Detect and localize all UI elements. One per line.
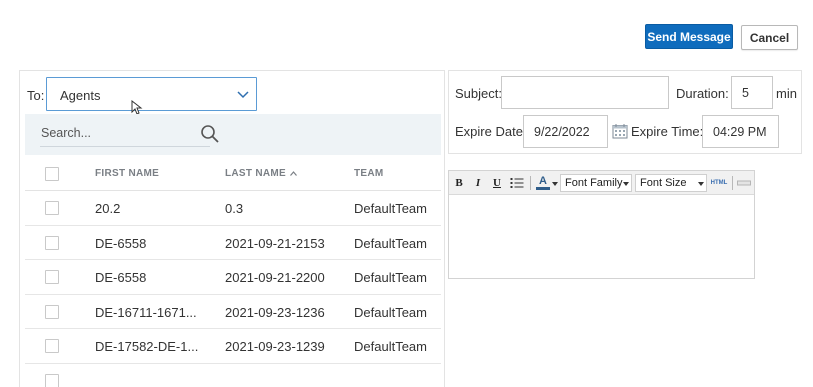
row-checkbox[interactable] — [45, 373, 59, 387]
first-name-cell: DE-16711-1671... — [95, 304, 197, 320]
team-cell: DefaultTeam — [354, 304, 427, 320]
last-name-cell: 2021-09-23-1239 — [225, 339, 325, 354]
row-checkbox[interactable] — [45, 270, 59, 284]
duration-unit: min — [776, 86, 797, 101]
duration-input[interactable]: 5 — [731, 76, 773, 109]
table-header: FIRST NAME LAST NAME TEAM — [25, 157, 441, 191]
horizontal-rule-icon[interactable] — [737, 179, 751, 187]
first-name-cell: DE-6558 — [95, 270, 147, 285]
chevron-down-icon — [623, 182, 629, 186]
row-checkbox[interactable] — [45, 339, 59, 353]
team-cell: DefaultTeam — [354, 235, 427, 251]
message-editor: B I U A Font Family Font Size HTML — [448, 170, 755, 279]
duration-label: Duration: — [676, 86, 729, 101]
italic-button[interactable]: I — [472, 175, 484, 191]
search-icon[interactable] — [200, 124, 220, 144]
recipient-type-select[interactable]: Agents — [46, 77, 257, 115]
last-name-cell: 2021-09-23-1236 — [225, 304, 325, 320]
send-message-button[interactable]: Send Message — [645, 24, 733, 49]
table-row[interactable]: DE-6558 2021-09-21-2200 DefaultTeam — [25, 260, 441, 295]
row-checkbox[interactable] — [45, 201, 59, 215]
font-color-button[interactable]: A — [536, 175, 550, 190]
row-checkbox[interactable] — [45, 304, 59, 319]
toolbar-divider — [732, 176, 733, 190]
calendar-icon[interactable] — [612, 123, 628, 139]
last-name-cell: 0.3 — [225, 201, 244, 216]
recipients-panel: To: Agents Search... FIRST NAME LAST NAM… — [19, 70, 445, 387]
team-cell: DefaultTeam — [354, 270, 427, 285]
message-settings-panel: Subject: Duration: 5 min Expire Date: 9/… — [448, 70, 802, 154]
chevron-down-icon — [237, 91, 249, 99]
search-input[interactable]: Search... — [40, 119, 219, 147]
select-all-checkbox[interactable] — [45, 167, 59, 181]
expire-time-label: Expire Time: — [631, 124, 704, 139]
table-row[interactable]: DE-6558 2021-09-21-2153 DefaultTeam — [25, 226, 441, 260]
font-color-dropdown-arrow-icon[interactable] — [552, 182, 558, 186]
editor-body[interactable] — [449, 196, 754, 278]
team-cell: DefaultTeam — [354, 201, 427, 216]
chevron-down-icon — [698, 182, 704, 186]
last-name-cell: 2021-09-21-2153 — [225, 235, 325, 251]
expire-time-input[interactable]: 04:29 PM — [702, 115, 779, 148]
font-size-select[interactable]: Font Size — [635, 174, 707, 192]
subject-label: Subject: — [455, 86, 502, 101]
toolbar-divider — [530, 176, 531, 190]
recipient-type-value: Agents — [60, 88, 101, 103]
first-name-cell: DE-17582-DE-1... — [95, 339, 199, 354]
search-bar: Search... — [25, 114, 441, 155]
last-name-cell: 2021-09-21-2200 — [225, 270, 325, 285]
expire-date-label: Expire Date: — [455, 124, 527, 139]
editor-toolbar: B I U A Font Family Font Size HTML — [449, 171, 754, 195]
to-label: To: — [27, 88, 45, 103]
cancel-button[interactable]: Cancel — [741, 25, 798, 50]
agents-table: FIRST NAME LAST NAME TEAM 20.2 0.3 Defau… — [25, 157, 441, 387]
column-header-last-name[interactable]: LAST NAME — [225, 168, 297, 179]
underline-button[interactable]: U — [491, 175, 503, 191]
html-source-button[interactable]: HTML — [709, 175, 729, 191]
search-placeholder: Search... — [41, 126, 92, 140]
row-checkbox[interactable] — [45, 235, 59, 250]
sort-ascending-icon — [290, 170, 297, 176]
expire-date-input[interactable]: 9/22/2022 — [523, 115, 608, 148]
column-header-first-name[interactable]: FIRST NAME — [95, 168, 159, 179]
table-row[interactable]: 20.2 0.3 DefaultTeam — [25, 191, 441, 226]
team-cell: DefaultTeam — [354, 339, 427, 354]
table-row[interactable] — [25, 364, 441, 387]
column-header-team[interactable]: TEAM — [354, 168, 384, 179]
first-name-cell: 20.2 — [95, 201, 121, 216]
table-row[interactable]: DE-16711-1671... 2021-09-23-1236 Default… — [25, 295, 441, 329]
subject-input[interactable] — [501, 76, 669, 109]
bullet-list-icon[interactable] — [510, 177, 524, 189]
font-family-select[interactable]: Font Family — [560, 174, 632, 192]
bold-button[interactable]: B — [453, 175, 465, 191]
first-name-cell: DE-6558 — [95, 235, 147, 251]
table-row[interactable]: DE-17582-DE-1... 2021-09-23-1239 Default… — [25, 329, 441, 364]
